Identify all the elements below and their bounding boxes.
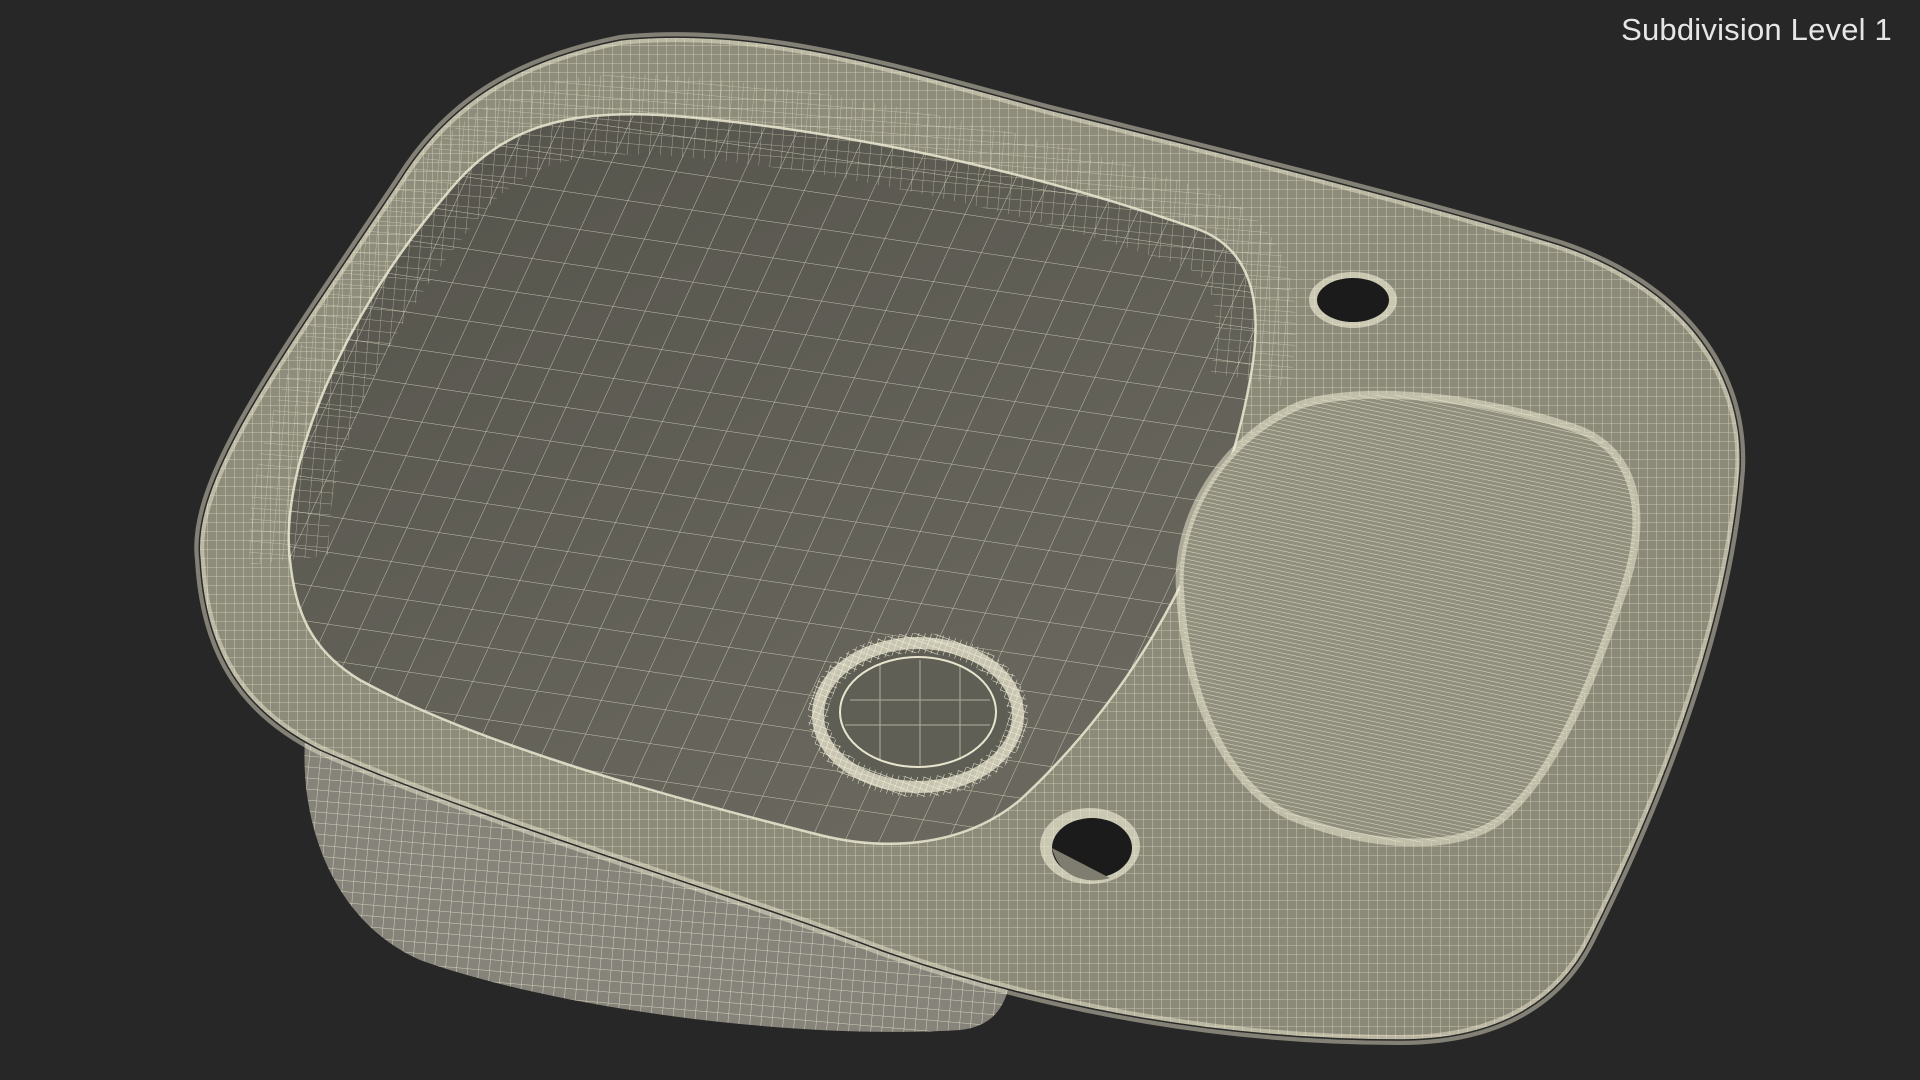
sink-wireframe-render xyxy=(194,32,1746,1046)
faucet-hole xyxy=(1309,272,1397,328)
accessory-hole xyxy=(1040,808,1140,884)
subdivision-level-label: Subdivision Level 1 xyxy=(1621,12,1892,47)
basin-drain xyxy=(808,633,1028,797)
render-viewport: Subdivision Level 1 xyxy=(0,0,1920,1080)
